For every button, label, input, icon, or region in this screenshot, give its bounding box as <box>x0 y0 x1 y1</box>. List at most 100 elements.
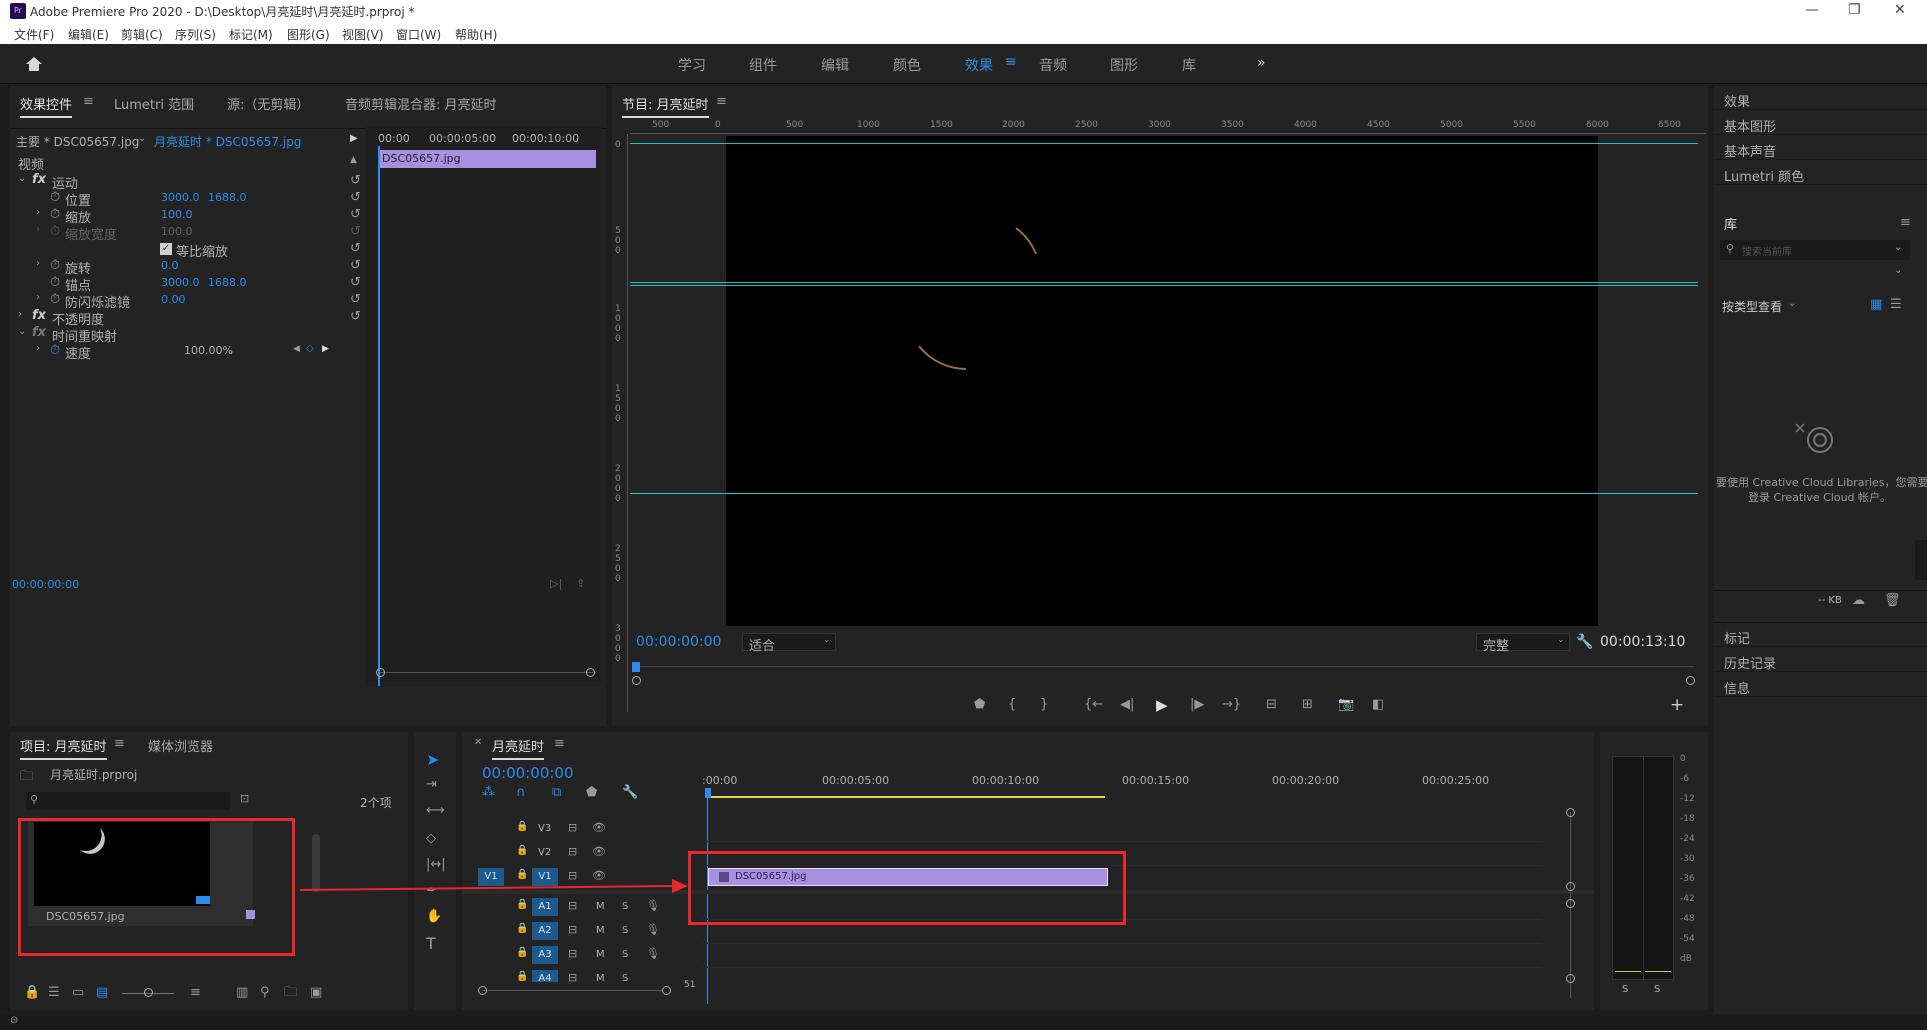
guide-line[interactable] <box>630 493 1698 494</box>
sync-lock-icon[interactable]: ⊟ <box>568 900 577 911</box>
program-timecode[interactable]: 00:00:00:00 <box>636 634 721 650</box>
param-value-y[interactable]: 1688.0 <box>208 276 247 289</box>
ec-timecode[interactable]: 00:00:00:00 <box>12 578 79 591</box>
reset-icon[interactable]: ↺ <box>350 242 361 255</box>
reset-icon[interactable]: ↺ <box>350 293 361 306</box>
extract-icon[interactable]: ⊞ <box>1302 698 1313 711</box>
stopwatch-icon[interactable]: ⏱ <box>50 191 60 204</box>
reset-icon[interactable]: ↺ <box>350 174 361 187</box>
param-row-rotation[interactable]: › ⏱ 旋转 0.0 ↺ <box>10 257 366 278</box>
collapse-up-icon[interactable]: ▲ <box>350 156 357 165</box>
tab-media-browser[interactable]: 媒体浏览器 <box>148 736 213 755</box>
track-select-tool-icon[interactable]: ⇥ <box>426 778 437 791</box>
marker-icon[interactable]: ⬟ <box>974 698 985 711</box>
zoom-handle-right[interactable] <box>1686 676 1695 685</box>
a-zoom-handle[interactable] <box>1566 974 1575 983</box>
lock-icon[interactable]: 🔒 <box>516 900 528 910</box>
step-forward-icon[interactable]: |▶ <box>1190 698 1204 711</box>
sequence-clip-label[interactable]: 月亮延时 * DSC05657.jpg <box>154 133 301 150</box>
menu-window[interactable]: 窗口(W) <box>396 26 441 43</box>
close-tab-icon[interactable]: ✕ <box>474 738 482 748</box>
param-row-speed[interactable]: › ⏱ 速度 100.00% ◀ ◇ ▶ <box>10 342 366 363</box>
tab-source[interactable]: 源:（无剪辑） <box>227 94 309 113</box>
home-icon[interactable] <box>25 56 43 72</box>
tab-project[interactable]: 项目: 月亮延时 <box>20 736 107 760</box>
collapse-chevron-icon[interactable]: ⌄ <box>18 327 26 337</box>
guide-line[interactable] <box>630 282 1698 283</box>
restore-icon[interactable]: ❐ <box>1848 2 1861 18</box>
ec-clip-bar[interactable]: DSC05657.jpg <box>378 150 596 168</box>
track-header-v2[interactable]: 🔒 V2 ⊟ 👁 <box>462 842 702 864</box>
microphone-icon[interactable]: 🎙 <box>646 924 660 935</box>
eye-icon[interactable]: 👁 <box>592 822 606 833</box>
add-button-icon[interactable]: + <box>1670 697 1684 714</box>
param-value[interactable]: 0.0 <box>161 259 179 272</box>
menu-marker[interactable]: 标记(M) <box>229 26 273 43</box>
eye-icon[interactable]: 👁 <box>592 846 606 857</box>
reset-icon[interactable]: ↺ <box>350 310 361 323</box>
export-frame-icon[interactable]: ▷| <box>550 578 562 589</box>
effect-row-opacity[interactable]: › fx 不透明度 ↺ <box>10 308 366 328</box>
menu-help[interactable]: 帮助(H) <box>455 26 497 43</box>
linked-selection-icon[interactable]: ⧉ <box>552 786 561 799</box>
lock-icon[interactable]: 🔒 <box>24 986 40 999</box>
checkbox-checked-icon[interactable]: ✓ <box>160 243 172 255</box>
menu-edit[interactable]: 编辑(E) <box>68 26 109 43</box>
add-marker-icon[interactable]: ⬟ <box>586 786 597 799</box>
workspace-editing[interactable]: 编辑 <box>821 55 849 75</box>
lock-icon[interactable]: 🔒 <box>516 822 528 832</box>
track-header-a1[interactable]: 🔒 A1 ⊟ M S 🎙 <box>462 896 702 918</box>
workspace-menu-icon[interactable]: ≡ <box>1005 54 1017 70</box>
h-zoom-handle-right[interactable] <box>662 986 671 995</box>
new-item-icon[interactable]: ▣ <box>310 986 322 999</box>
slip-tool-icon[interactable]: |↔| <box>426 858 446 871</box>
chevron-down-icon[interactable]: ⌄ <box>138 134 146 144</box>
panel-item-lumetri-color[interactable]: Lumetri 颜色 <box>1714 161 1927 185</box>
param-value[interactable]: 100.0 <box>161 208 193 221</box>
hand-tool-icon[interactable]: ✋ <box>426 910 442 923</box>
mute-icon[interactable]: M <box>596 901 605 912</box>
track-target-a1[interactable]: A1 <box>532 898 558 916</box>
panel-menu-icon[interactable]: ≡ <box>554 737 565 750</box>
sync-lock-icon[interactable]: ⊟ <box>568 924 577 935</box>
expand-chevron-icon[interactable]: › <box>36 208 40 218</box>
param-row-scale[interactable]: › ⏱ 缩放 100.0 ↺ <box>10 206 366 227</box>
trash-icon[interactable]: 🗑 <box>1884 594 1901 607</box>
freeform-view-icon[interactable]: ▤ <box>96 986 108 999</box>
workspace-graphics[interactable]: 图形 <box>1110 55 1138 75</box>
sync-lock-icon[interactable]: ⊟ <box>568 822 577 833</box>
list-view-icon[interactable]: ☰ <box>48 986 60 999</box>
next-keyframe-icon[interactable]: ▶ <box>322 345 329 354</box>
mute-icon[interactable]: M <box>596 925 605 936</box>
step-back-icon[interactable]: ◀| <box>1120 698 1134 711</box>
work-area-bar[interactable] <box>705 796 1105 798</box>
go-to-out-icon[interactable]: →} <box>1222 698 1241 711</box>
program-playhead[interactable] <box>632 662 640 672</box>
panel-menu-icon[interactable]: ≡ <box>114 737 125 750</box>
grid-view-icon[interactable]: ▦ <box>1870 298 1882 311</box>
overflow-chevron-icon[interactable]: » <box>1257 55 1266 71</box>
timeline-playhead-head[interactable] <box>705 788 711 798</box>
effect-row-time-remap[interactable]: ⌄ fx 时间重映射 <box>10 325 366 345</box>
expand-chevron-icon[interactable]: › <box>36 344 40 354</box>
stopwatch-icon[interactable]: ⏱ <box>50 276 60 289</box>
effect-timeline[interactable]: 00:00 00:00:05:00 00:00:10:00 DSC05657.j… <box>366 126 602 686</box>
panel-item-info[interactable]: 信息 <box>1714 673 1927 697</box>
stopwatch-active-icon[interactable]: ⏱ <box>50 344 60 357</box>
collapsed-panel-tab[interactable] <box>1915 540 1927 580</box>
stopwatch-icon[interactable]: ⏱ <box>50 208 60 221</box>
new-bin-from-search-icon[interactable]: ⊡ <box>240 793 249 804</box>
expand-chevron-icon[interactable]: › <box>36 293 40 303</box>
lock-icon[interactable]: 🔒 <box>516 924 528 934</box>
ec-scroll-handle-left[interactable] <box>376 668 385 677</box>
fx-badge-icon[interactable]: fx <box>32 308 46 323</box>
horizontal-ruler[interactable]: 500 0 500 1000 1500 2000 2500 3000 3500 … <box>630 120 1706 134</box>
lift-icon[interactable]: ⊟ <box>1266 698 1277 711</box>
track-header-a2[interactable]: 🔒 A2 ⊟ M S 🎙 <box>462 920 702 942</box>
go-to-in-icon[interactable]: {← <box>1084 698 1103 711</box>
horizontal-scrollbar[interactable] <box>482 990 662 991</box>
project-search-input[interactable]: ⚲ <box>26 792 230 810</box>
timeline-timecode[interactable]: 00:00:00:00 <box>482 764 574 782</box>
param-row-anchor[interactable]: ⏱ 锚点 3000.0 1688.0 ↺ <box>10 274 366 294</box>
microphone-icon[interactable]: 🎙 <box>646 900 660 911</box>
